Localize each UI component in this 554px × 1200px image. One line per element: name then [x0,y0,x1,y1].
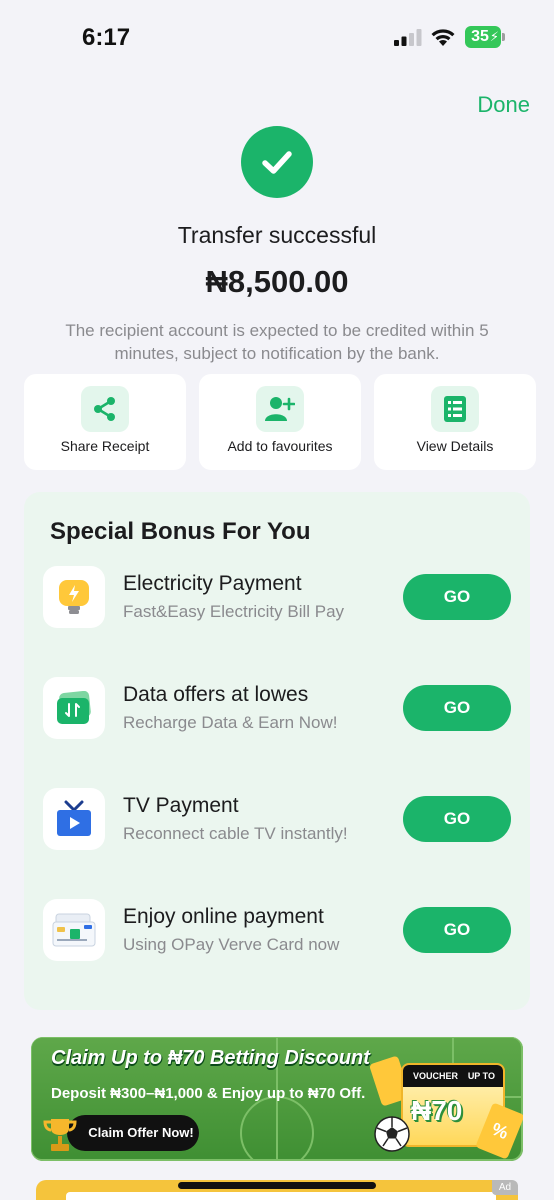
cellular-signal-icon [394,29,422,46]
add-to-favourites-button[interactable]: Add to favourites [199,374,361,470]
bonus-item-name: Electricity Payment [123,572,302,595]
view-details-label: View Details [416,438,494,454]
battery-nub [502,33,505,41]
ad-tag: Ad [492,1180,518,1195]
claim-offer-button[interactable]: Claim Offer Now! [67,1115,199,1151]
details-list-icon [431,386,479,432]
view-details-button[interactable]: View Details [374,374,536,470]
checkmark-icon [262,151,292,174]
banner-subtitle: Deposit ₦300–₦1,000 & Enjoy up to ₦70 Of… [51,1085,366,1102]
status-bar: 6:17 35 ⚡ [0,0,554,80]
bonus-item-desc: Fast&Easy Electricity Bill Pay [123,602,345,621]
bonus-item-tv[interactable]: TV Payment Reconnect cable TV instantly!… [24,788,530,854]
voucher-amount: ₦70 [411,1095,463,1126]
voucher-upto-label: UP TO [467,1071,495,1081]
lightbulb-icon [43,566,105,628]
card-icon [43,899,105,961]
done-button[interactable]: Done [477,92,530,118]
status-time: 6:17 [82,24,131,51]
transfer-amount: ₦8,500.00 [205,264,349,299]
football-icon [374,1116,410,1152]
share-receipt-button[interactable]: Share Receipt [24,374,186,470]
bonus-item-name: Data offers at lowes [123,683,309,706]
bonus-item-electricity[interactable]: Electricity Payment Fast&Easy Electricit… [24,566,530,632]
home-indicator[interactable] [178,1182,376,1189]
success-check-icon [241,126,313,198]
battery-indicator: 35 ⚡ [465,26,505,48]
bonus-item-name: Enjoy online payment [123,905,324,928]
bonus-item-online-payment[interactable]: Enjoy online payment Using OPay Verve Ca… [24,899,530,965]
second-ad-content [66,1192,496,1200]
add-to-favourites-label: Add to favourites [227,438,333,454]
go-button[interactable]: GO [403,796,511,842]
share-icon [81,386,129,432]
bonus-item-desc: Recharge Data & Earn Now! [123,713,338,732]
trophy-icon [43,1119,77,1151]
go-button[interactable]: GO [403,574,511,620]
bonus-item-desc: Reconnect cable TV instantly! [123,824,348,843]
charging-bolt-icon: ⚡ [489,29,499,44]
add-user-icon [256,386,304,432]
go-button[interactable]: GO [403,907,511,953]
betting-discount-banner[interactable]: Claim Up to ₦70 Betting Discount Deposit… [31,1037,523,1161]
wifi-icon [431,29,455,46]
banner-title: Claim Up to ₦70 Betting Discount [51,1047,370,1069]
special-bonus-panel: Special Bonus For You Electricity Paymen… [24,492,530,1010]
bonus-item-desc: Using OPay Verve Card now [123,935,340,954]
bonus-item-data[interactable]: Data offers at lowes Recharge Data & Ear… [24,677,530,743]
data-card-icon [43,677,105,739]
tv-icon [43,788,105,850]
go-button[interactable]: GO [403,685,511,731]
share-receipt-label: Share Receipt [60,438,150,454]
special-bonus-title: Special Bonus For You [50,518,311,545]
bonus-item-name: TV Payment [123,794,239,817]
transfer-status-title: Transfer successful [177,222,377,248]
credit-notice: The recipient account is expected to be … [65,321,489,363]
voucher-label: VOUCHER [413,1071,459,1081]
voucher-header: VOUCHER UP TO [403,1065,503,1087]
